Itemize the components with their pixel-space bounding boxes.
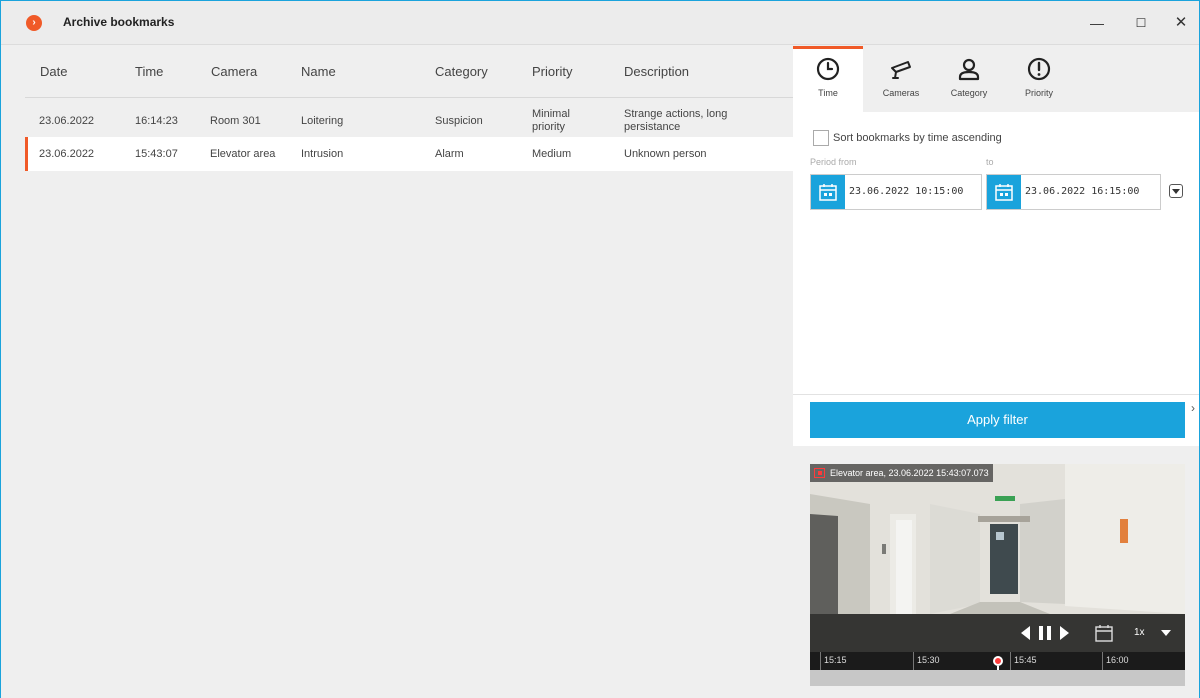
apply-zone: Apply filter › — [793, 394, 1199, 446]
cell-name: Intrusion — [301, 148, 344, 160]
column-header-category[interactable]: Category — [435, 64, 488, 79]
video-caption-text: Elevator area, 23.06.2022 15:43:07.073 — [830, 468, 989, 478]
cell-category: Suspicion — [435, 115, 483, 127]
timeline-tick — [820, 652, 821, 670]
calendar-icon[interactable] — [811, 175, 845, 209]
timeline-label: 15:30 — [917, 655, 940, 665]
table-header: Date Time Camera Name Category Priority … — [25, 46, 793, 98]
timeline-track — [810, 670, 1185, 686]
column-header-camera[interactable]: Camera — [211, 64, 257, 79]
period-to-field[interactable]: 23.06.2022 16:15:00 — [986, 174, 1161, 210]
playback-controls: 1x — [810, 614, 1185, 652]
recording-icon — [814, 468, 825, 478]
pause-icon[interactable] — [1038, 626, 1052, 640]
step-back-icon[interactable] — [1020, 626, 1032, 640]
period-to-value: 23.06.2022 16:15:00 — [1025, 186, 1140, 197]
selected-row-marker — [25, 137, 28, 171]
column-header-description[interactable]: Description — [624, 64, 689, 79]
cell-category: Alarm — [435, 148, 464, 160]
cell-time: 16:14:23 — [135, 115, 178, 127]
cell-time: 15:43:07 — [135, 148, 178, 160]
close-button[interactable]: ✕ — [1171, 13, 1191, 33]
column-header-date[interactable]: Date — [40, 64, 67, 79]
filter-tabs: Time Cameras Category Priority — [793, 46, 1199, 112]
cell-camera: Room 301 — [210, 115, 261, 127]
filter-panel: Time Cameras Category Priority Sort book… — [793, 46, 1199, 698]
tab-cameras[interactable]: Cameras — [869, 46, 933, 112]
sort-ascending-label: Sort bookmarks by time ascending — [833, 132, 1002, 144]
tab-time-label: Time — [818, 88, 838, 98]
cell-date: 23.06.2022 — [39, 115, 95, 127]
person-icon — [958, 58, 980, 81]
cell-description: Unknown person — [624, 148, 707, 160]
column-header-time[interactable]: Time — [135, 64, 163, 79]
period-preset-dropdown[interactable] — [1169, 184, 1183, 198]
tab-category[interactable]: Category — [937, 46, 1001, 112]
tab-category-label: Category — [950, 88, 988, 98]
playback-speed[interactable]: 1x — [1134, 627, 1145, 638]
chevron-down-icon[interactable] — [1161, 629, 1171, 637]
title-bar: › Archive bookmarks — ☐ ✕ — [1, 1, 1199, 45]
timeline-tick — [1010, 652, 1011, 670]
video-player[interactable]: Elevator area, 23.06.2022 15:43:07.073 1… — [810, 464, 1185, 686]
timeline-label: 15:15 — [824, 655, 847, 665]
table-row-selected[interactable]: 23.06.2022 15:43:07 Elevator area Intrus… — [25, 137, 793, 171]
period-from-label: Period from — [810, 157, 857, 167]
sort-ascending-checkbox[interactable] — [813, 130, 829, 146]
column-header-name[interactable]: Name — [301, 64, 336, 79]
timeline-playhead[interactable] — [993, 656, 1003, 666]
table-row[interactable]: 23.06.2022 16:14:23 Room 301 Loitering S… — [25, 103, 793, 137]
cell-date: 23.06.2022 — [39, 148, 95, 160]
tab-cameras-label: Cameras — [882, 88, 920, 98]
tab-priority-label: Priority — [1024, 88, 1053, 98]
cell-description: Strange actions, long persistance — [624, 108, 728, 133]
cell-priority: Medium — [532, 148, 572, 160]
column-header-priority[interactable]: Priority — [532, 64, 572, 79]
camera-icon — [891, 61, 911, 79]
bookmarks-table: Date Time Camera Name Category Priority … — [1, 46, 793, 698]
timeline-label: 15:45 — [1014, 655, 1037, 665]
apply-filter-button[interactable]: Apply filter — [810, 402, 1185, 438]
archive-bookmarks-window: › Archive bookmarks — ☐ ✕ Date Time Came… — [0, 0, 1200, 698]
video-preview-zone: Elevator area, 23.06.2022 15:43:07.073 1… — [793, 446, 1199, 698]
minimize-button[interactable]: — — [1087, 13, 1107, 33]
step-forward-icon[interactable] — [1058, 626, 1070, 640]
period-from-value: 23.06.2022 10:15:00 — [849, 186, 964, 197]
timeline-tick — [1102, 652, 1103, 670]
period-from-field[interactable]: 23.06.2022 10:15:00 — [810, 174, 982, 210]
calendar-icon[interactable] — [987, 175, 1021, 209]
collapse-panel-icon[interactable]: › — [1191, 401, 1195, 415]
app-logo-icon: › — [26, 15, 42, 31]
cell-name: Loitering — [301, 115, 344, 127]
exclamation-icon — [1027, 57, 1051, 81]
tab-priority[interactable]: Priority — [1007, 46, 1071, 112]
time-filter-form: Sort bookmarks by time ascending Period … — [793, 112, 1199, 394]
video-caption: Elevator area, 23.06.2022 15:43:07.073 — [810, 464, 993, 482]
calendar-icon[interactable] — [1095, 624, 1113, 642]
window-title: Archive bookmarks — [63, 15, 175, 29]
clock-icon — [816, 57, 840, 81]
timeline-label: 16:00 — [1106, 655, 1129, 665]
period-to-label: to — [986, 157, 994, 167]
timeline-tick — [913, 652, 914, 670]
tab-time[interactable]: Time — [793, 46, 863, 112]
maximize-button[interactable]: ☐ — [1131, 13, 1151, 33]
cell-priority: Minimal priority — [532, 108, 570, 133]
cell-camera: Elevator area — [210, 148, 276, 160]
